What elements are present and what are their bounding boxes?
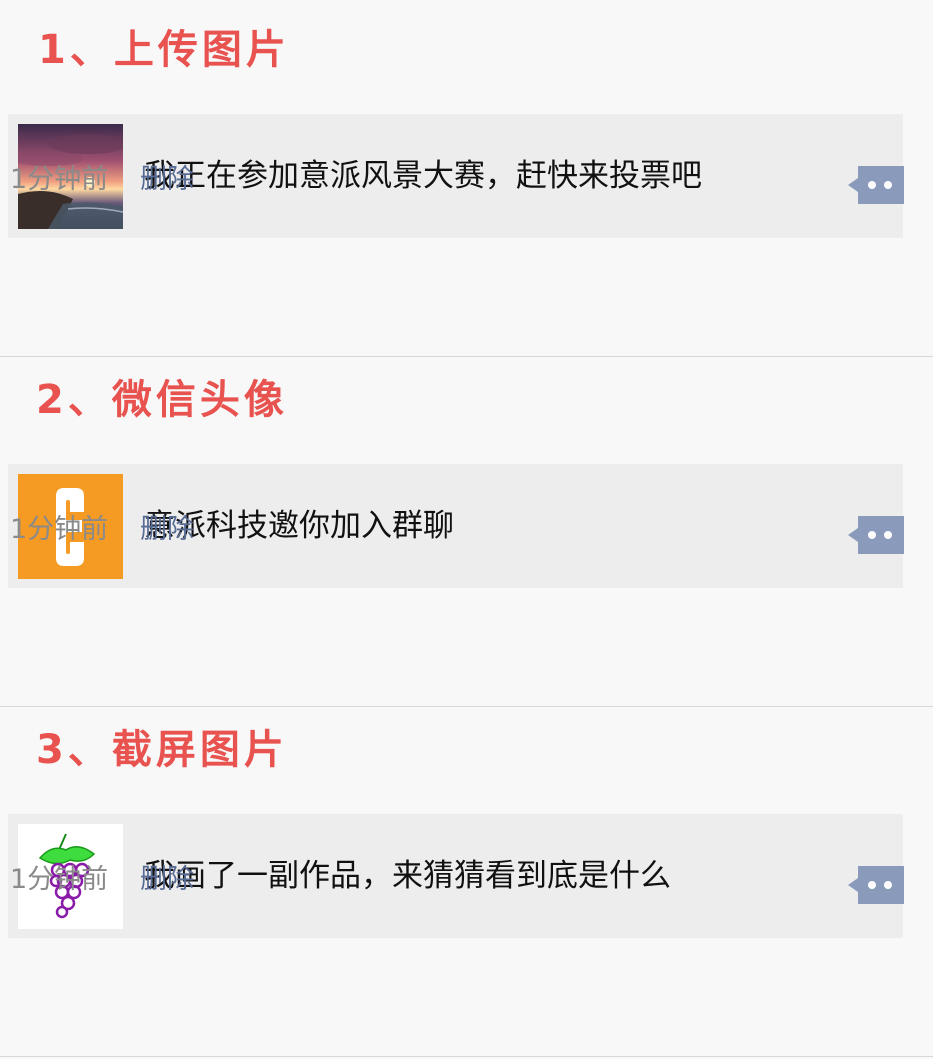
feed-post-3: 3、截屏图片 我画了一副作品，来猜猜看到底是什么 1分钟前 删除	[0, 700, 933, 1057]
timestamp: 1分钟前	[10, 864, 109, 895]
card-message: 我画了一副作品，来猜猜看到底是什么	[144, 858, 671, 894]
divider	[0, 1056, 933, 1057]
section-heading: 1、上传图片	[38, 27, 290, 73]
delete-link[interactable]: 删除	[140, 160, 194, 200]
delete-link[interactable]: 删除	[140, 860, 194, 900]
timestamp: 1分钟前	[10, 514, 109, 545]
comment-bubble-icon[interactable]	[848, 166, 904, 204]
comment-bubble-icon[interactable]	[848, 516, 904, 554]
delete-link[interactable]: 删除	[140, 510, 194, 550]
feed-post-1: 1、上传图片 我正在参加意派风景大赛，赶快来投票吧 1分钟前 删除	[0, 0, 933, 357]
card-message: 我正在参加意派风景大赛，赶快来投票吧	[144, 158, 702, 194]
timestamp: 1分钟前	[10, 164, 109, 195]
feed-post-2: 2、微信头像 意派科技邀你加入群聊 1分钟前 删除	[0, 350, 933, 707]
section-heading: 2、微信头像	[36, 377, 288, 423]
comment-bubble-icon[interactable]	[848, 866, 904, 904]
section-heading: 3、截屏图片	[36, 727, 288, 773]
